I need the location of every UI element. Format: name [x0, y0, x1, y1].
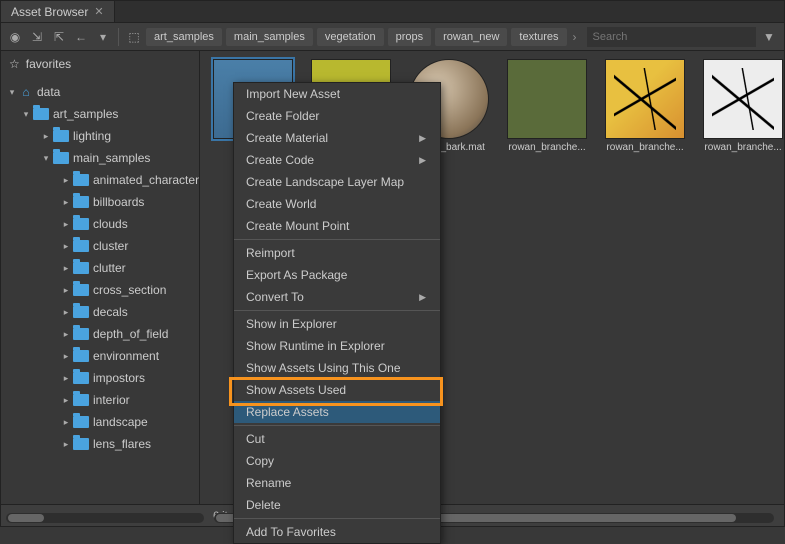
- tab-asset-browser[interactable]: Asset Browser ✕: [1, 1, 115, 22]
- context-item[interactable]: Import New Asset: [234, 83, 440, 105]
- folder-icon: [73, 372, 89, 384]
- context-item[interactable]: Convert To▶: [234, 286, 440, 308]
- context-separator: [234, 425, 440, 426]
- back-icon[interactable]: ←: [71, 27, 91, 47]
- asset-item[interactable]: rowan_branche...: [502, 59, 592, 153]
- folder-icon: [73, 262, 89, 274]
- crumb-5[interactable]: textures: [511, 28, 566, 46]
- tree-art-samples[interactable]: ▾art_samples: [1, 103, 199, 125]
- context-item[interactable]: Create World: [234, 193, 440, 215]
- submenu-arrow-icon: ▶: [419, 133, 426, 144]
- tree-expand-icon[interactable]: ⇱: [49, 27, 69, 47]
- context-item[interactable]: Add To Favorites: [234, 521, 440, 543]
- folder-icon: [73, 394, 89, 406]
- history-dropdown-icon[interactable]: ▾: [93, 27, 113, 47]
- tree-root[interactable]: ▾⌂data: [1, 81, 199, 103]
- crumb-4[interactable]: rowan_new: [435, 28, 507, 46]
- crumb-more-icon[interactable]: ›: [571, 30, 579, 44]
- tree-item[interactable]: ▸interior: [1, 389, 199, 411]
- context-separator: [234, 518, 440, 519]
- folder-icon: [73, 174, 89, 186]
- favorites-label: favorites: [26, 57, 71, 71]
- context-item[interactable]: Create Mount Point: [234, 215, 440, 237]
- sidebar: ☆ favorites ▾⌂data ▾art_samples ▸lightin…: [1, 51, 200, 504]
- star-icon: ☆: [9, 57, 20, 71]
- folder-icon: [53, 152, 69, 164]
- separator: [118, 28, 119, 46]
- context-item[interactable]: Show Runtime in Explorer: [234, 335, 440, 357]
- tree-item[interactable]: ▸clouds: [1, 213, 199, 235]
- folder-icon: [73, 284, 89, 296]
- folder-icon: [73, 218, 89, 230]
- search-box[interactable]: [587, 27, 756, 47]
- tab-title: Asset Browser: [11, 5, 88, 19]
- tree-item[interactable]: ▸animated_character: [1, 169, 199, 191]
- folder-tree: ▾⌂data ▾art_samples ▸lighting ▾main_samp…: [1, 77, 199, 504]
- folder-icon: [73, 350, 89, 362]
- search-input[interactable]: [593, 31, 750, 43]
- tree-item[interactable]: ▸clutter: [1, 257, 199, 279]
- folder-icon: [33, 108, 49, 120]
- context-item[interactable]: Show in Explorer: [234, 313, 440, 335]
- asset-thumbnail: [703, 59, 783, 139]
- tree-main-samples[interactable]: ▾main_samples: [1, 147, 199, 169]
- folder-icon: [73, 328, 89, 340]
- favorites-row[interactable]: ☆ favorites: [1, 51, 199, 77]
- context-separator: [234, 239, 440, 240]
- eye-icon[interactable]: ◉: [5, 27, 25, 47]
- crumb-3[interactable]: props: [388, 28, 432, 46]
- home-icon: ⌂: [19, 85, 33, 99]
- asset-thumbnail: [507, 59, 587, 139]
- submenu-arrow-icon: ▶: [419, 292, 426, 303]
- asset-item[interactable]: rowan_branche...: [698, 59, 784, 153]
- context-item[interactable]: Export As Package: [234, 264, 440, 286]
- folder-icon: [73, 306, 89, 318]
- crumb-1[interactable]: main_samples: [226, 28, 313, 46]
- folder-icon: [73, 416, 89, 428]
- context-item[interactable]: Reimport: [234, 242, 440, 264]
- crumb-0[interactable]: art_samples: [146, 28, 222, 46]
- context-item[interactable]: Create Material▶: [234, 127, 440, 149]
- tree-item[interactable]: ▸environment: [1, 345, 199, 367]
- context-item[interactable]: Rename: [234, 472, 440, 494]
- context-item[interactable]: Show Assets Used: [234, 379, 440, 401]
- tree-item[interactable]: ▸cluster: [1, 235, 199, 257]
- context-item[interactable]: Create Folder: [234, 105, 440, 127]
- tree-item[interactable]: ▸cross_section: [1, 279, 199, 301]
- close-icon[interactable]: ✕: [94, 5, 103, 18]
- toolbar: ◉ ⇲ ⇱ ← ▾ ⬚ art_samples main_samples veg…: [1, 23, 784, 51]
- folder-icon: [53, 130, 69, 142]
- asset-thumbnail: [605, 59, 685, 139]
- context-replace-assets[interactable]: Replace Assets: [234, 401, 440, 423]
- submenu-arrow-icon: ▶: [419, 155, 426, 166]
- folder-icon: [73, 438, 89, 450]
- context-item[interactable]: Copy: [234, 450, 440, 472]
- crumb-2[interactable]: vegetation: [317, 28, 384, 46]
- context-item[interactable]: Create Landscape Layer Map: [234, 171, 440, 193]
- tree-lighting[interactable]: ▸lighting: [1, 125, 199, 147]
- filter-icon[interactable]: ▼: [758, 27, 780, 47]
- context-item[interactable]: Delete: [234, 494, 440, 516]
- tab-bar: Asset Browser ✕: [1, 1, 784, 23]
- folder-icon: [73, 196, 89, 208]
- level-up-icon[interactable]: ⬚: [124, 27, 144, 47]
- tree-collapse-icon[interactable]: ⇲: [27, 27, 47, 47]
- tree-item[interactable]: ▸depth_of_field: [1, 323, 199, 345]
- tree-item[interactable]: ▸decals: [1, 301, 199, 323]
- tree-item[interactable]: ▸landscape: [1, 411, 199, 433]
- asset-item[interactable]: rowan_branche...: [600, 59, 690, 153]
- context-item[interactable]: Create Code▶: [234, 149, 440, 171]
- context-separator: [234, 310, 440, 311]
- sidebar-scrollbar[interactable]: [6, 511, 204, 525]
- tree-item[interactable]: ▸billboards: [1, 191, 199, 213]
- tree-item[interactable]: ▸impostors: [1, 367, 199, 389]
- context-menu: Import New AssetCreate FolderCreate Mate…: [233, 82, 441, 544]
- context-item[interactable]: Show Assets Using This One: [234, 357, 440, 379]
- folder-icon: [73, 240, 89, 252]
- context-item[interactable]: Cut: [234, 428, 440, 450]
- tree-item[interactable]: ▸lens_flares: [1, 433, 199, 455]
